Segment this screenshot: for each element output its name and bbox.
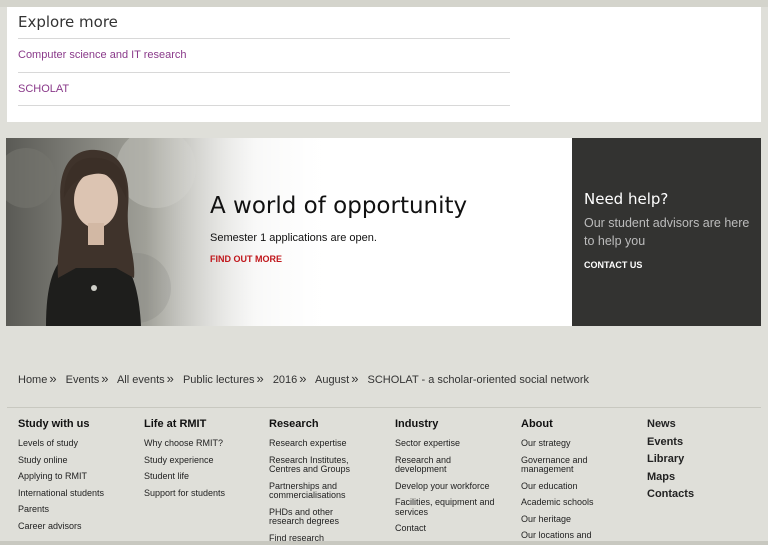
breadcrumb-separator: » (256, 371, 264, 386)
top-strip (0, 0, 768, 7)
footer-col-title: Research (269, 418, 319, 430)
footer-link[interactable]: Our locations and (521, 530, 625, 541)
footer-link[interactable]: Support for students (144, 488, 262, 499)
divider (18, 72, 510, 73)
footer-col-title: Life at RMIT (144, 418, 207, 430)
breadcrumb-separator: » (101, 371, 109, 386)
breadcrumb-2016[interactable]: 2016 (273, 374, 297, 386)
breadcrumb-home[interactable]: Home (18, 374, 47, 386)
promo-banner: A world of opportunity Semester 1 applic… (6, 138, 572, 326)
footer-link[interactable]: Governance and management (521, 455, 625, 475)
footer-link[interactable]: Facilities, equipment and services (395, 497, 499, 517)
need-help-heading: Need help? (584, 190, 669, 208)
quick-link-library[interactable]: Library (647, 454, 747, 465)
breadcrumb-all-events[interactable]: All events (117, 374, 165, 386)
footer-col-title: Industry (395, 418, 439, 430)
banner-heading: A world of opportunity (210, 193, 468, 219)
footer-link[interactable]: Research and development (395, 455, 499, 475)
bottom-bar (0, 541, 768, 545)
footer-link[interactable]: Why choose RMIT? (144, 438, 262, 449)
footer-link[interactable]: Our heritage (521, 514, 625, 525)
footer-link[interactable]: Parents (18, 504, 136, 515)
breadcrumb-public-lectures[interactable]: Public lectures (183, 374, 255, 386)
footer-col-life: Life at RMIT Why choose RMIT? Study expe… (144, 418, 262, 505)
link-computer-science-research[interactable]: Computer science and IT research (18, 49, 187, 61)
footer-link[interactable]: Research Institutes, Centres and Groups (269, 455, 369, 475)
footer-link[interactable]: Career advisors (18, 521, 136, 532)
footer-link[interactable]: Sector expertise (395, 438, 499, 449)
footer-col-industry: Industry Sector expertise Research and d… (395, 418, 499, 541)
divider (18, 38, 510, 39)
footer-col-study: Study with us Levels of study Study onli… (18, 418, 136, 538)
footer-link[interactable]: Contact (395, 523, 499, 534)
footer-link[interactable]: Our strategy (521, 438, 625, 449)
footer-link[interactable]: Research expertise (269, 438, 369, 449)
footer-col-research: Research Research expertise Research Ins… (269, 418, 369, 545)
footer-quick-links: News Events Library Maps Contacts (647, 419, 747, 507)
contact-us-link[interactable]: CONTACT US (584, 260, 642, 270)
footer-link[interactable]: Applying to RMIT (18, 471, 136, 482)
footer-link[interactable]: Study experience (144, 455, 262, 466)
footer-link[interactable]: Levels of study (18, 438, 136, 449)
footer-link[interactable]: Partnerships and commercialisations (269, 481, 369, 501)
quick-link-news[interactable]: News (647, 419, 747, 430)
breadcrumb: Home» Events» All events» Public lecture… (18, 371, 589, 386)
link-scholat[interactable]: SCHOLAT (18, 83, 69, 95)
quick-link-contacts[interactable]: Contacts (647, 489, 747, 500)
breadcrumb-separator: » (166, 371, 174, 386)
footer-col-about: About Our strategy Governance and manage… (521, 418, 625, 545)
footer-link[interactable]: Student life (144, 471, 262, 482)
footer-link[interactable]: Study online (18, 455, 136, 466)
explore-more-panel: Explore more Computer science and IT res… (7, 7, 761, 122)
footer-link[interactable]: Our education (521, 481, 625, 492)
find-out-more-link[interactable]: FIND OUT MORE (210, 254, 282, 264)
breadcrumb-separator: » (351, 371, 359, 386)
quick-link-maps[interactable]: Maps (647, 471, 747, 483)
breadcrumb-current: SCHOLAT - a scholar-oriented social netw… (367, 374, 590, 386)
quick-link-events[interactable]: Events (647, 436, 747, 448)
explore-more-title: Explore more (18, 13, 118, 31)
banner-subtext: Semester 1 applications are open. (210, 232, 377, 244)
breadcrumb-separator: » (49, 371, 57, 386)
divider (18, 105, 510, 106)
footer-col-title: About (521, 418, 553, 430)
breadcrumb-separator: » (299, 371, 307, 386)
breadcrumb-events[interactable]: Events (66, 374, 100, 386)
footer-link[interactable]: PHDs and other research degrees (269, 507, 369, 527)
need-help-panel: Need help? Our student advisors are here… (572, 138, 761, 326)
need-help-text: Our student advisors are here to help yo… (584, 216, 750, 248)
breadcrumb-august[interactable]: August (315, 374, 349, 386)
footer-col-title: Study with us (18, 418, 90, 430)
footer-link[interactable]: Develop your workforce (395, 481, 499, 492)
footer-link[interactable]: Academic schools (521, 497, 625, 508)
footer-divider (7, 407, 761, 408)
footer-link[interactable]: International students (18, 488, 136, 499)
